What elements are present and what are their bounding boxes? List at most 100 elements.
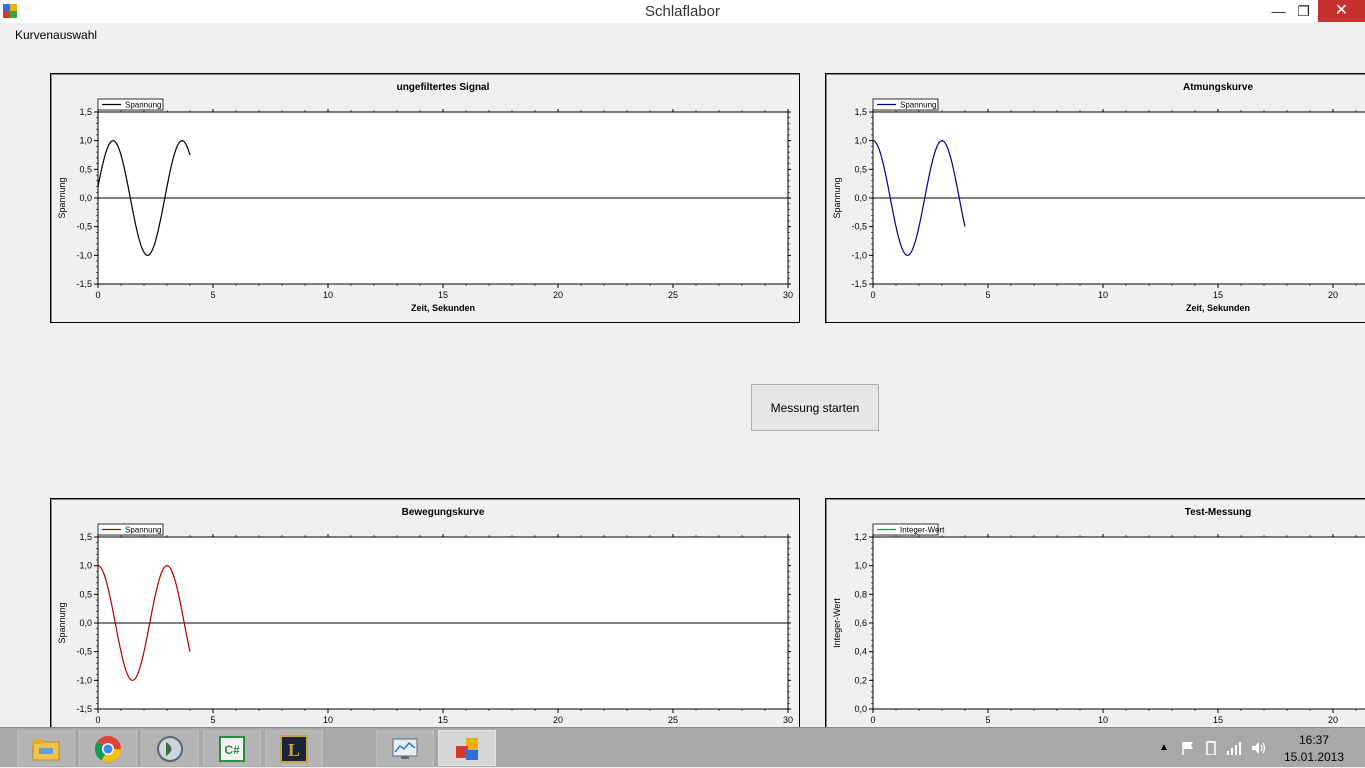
minimize-button[interactable]: — xyxy=(1265,0,1292,22)
y-tick-label: -1,5 xyxy=(76,279,92,289)
y-tick-label: 0,5 xyxy=(79,164,92,174)
svg-text:C#: C# xyxy=(224,743,240,757)
y-tick-label: 1,0 xyxy=(79,136,92,146)
y-tick-label: 0,4 xyxy=(854,647,867,657)
schlaflabor-app-icon xyxy=(456,738,478,760)
y-tick-label: -0,5 xyxy=(851,222,867,232)
clock-time[interactable]: 16:37 xyxy=(1288,733,1340,747)
taskbar-monitor[interactable] xyxy=(376,730,434,766)
taskbar-schlaflabor[interactable] xyxy=(438,730,496,766)
csharp-icon: C# xyxy=(219,736,245,762)
taskbar-league[interactable]: L xyxy=(265,730,323,766)
taskbar-csharp[interactable]: C# xyxy=(203,730,261,766)
x-tick-label: 5 xyxy=(985,715,990,725)
x-tick-label: 5 xyxy=(210,715,215,725)
taskbar-chrome[interactable] xyxy=(79,730,137,766)
y-axis-label: Spannung xyxy=(832,177,842,218)
restore-button[interactable]: ❐ xyxy=(1290,0,1317,22)
y-tick-label: 0,0 xyxy=(79,618,92,628)
y-tick-label: -1,0 xyxy=(851,250,867,260)
y-tick-label: -1,0 xyxy=(76,675,92,685)
minimize-icon: — xyxy=(1271,3,1286,19)
y-tick-label: 0,2 xyxy=(854,675,867,685)
x-tick-label: 30 xyxy=(783,715,793,725)
volume-icon[interactable] xyxy=(1251,741,1267,755)
x-tick-label: 15 xyxy=(1213,715,1223,725)
x-tick-label: 5 xyxy=(210,290,215,300)
file-explorer-icon xyxy=(32,739,60,761)
chart-svg: Atmungskurve Spannung 1,5 1,0 0,5 0,0 -0,5 -1,0… xyxy=(832,82,1365,313)
chart-title: Test-Messung xyxy=(1185,507,1252,518)
y-tick-label: 1,0 xyxy=(854,561,867,571)
y-tick-label: 0,5 xyxy=(854,164,867,174)
title-bar: Schlaflabor — ❐ ✕ xyxy=(0,0,1365,23)
y-tick-label: -1,5 xyxy=(76,704,92,714)
clock-date[interactable]: 15.01.2013 xyxy=(1282,750,1346,764)
close-icon: ✕ xyxy=(1334,2,1349,19)
network-icon[interactable] xyxy=(1226,741,1242,755)
menu-bar: Kurvenauswahl xyxy=(0,23,1365,45)
y-tick-label: -0,5 xyxy=(76,222,92,232)
x-tick-label: 20 xyxy=(1328,715,1338,725)
x-tick-label: 20 xyxy=(553,290,563,300)
taskbar: C# L ▲ xyxy=(0,727,1365,767)
close-button[interactable]: ✕ xyxy=(1318,0,1365,22)
x-tick-label: 0 xyxy=(95,715,100,725)
chart-atmungskurve: Atmungskurve Spannung 1,5 1,0 0,5 0,0 -0,5 -1,0… xyxy=(825,73,1365,323)
y-tick-label: -0,5 xyxy=(76,647,92,657)
x-tick-label: 10 xyxy=(323,715,333,725)
chart-bewegungskurve: Bewegungskurve Spannung 1,5 1,0 0,5 0,0 -0,5 -1… xyxy=(50,498,800,738)
legend-label: Integer-Wert xyxy=(900,526,945,535)
x-tick-label: 10 xyxy=(1098,290,1108,300)
x-tick-label: 30 xyxy=(783,290,793,300)
y-tick-label: 1,5 xyxy=(79,107,92,117)
chart-legend: Spannung xyxy=(97,523,164,536)
chart-title: ungefiltertes Signal xyxy=(397,82,490,93)
y-axis-label: Spannung xyxy=(57,177,67,218)
x-tick-label: 20 xyxy=(553,715,563,725)
chart-svg: Bewegungskurve Spannung 1,5 1,0 0,5 0,0 -0,5 -1… xyxy=(57,507,793,737)
chart-legend: Spannung xyxy=(97,98,164,111)
svg-text:L: L xyxy=(288,740,300,760)
plot-area xyxy=(872,536,1365,710)
restore-icon: ❐ xyxy=(1297,3,1310,19)
chrome-icon xyxy=(94,736,122,763)
x-tick-label: 10 xyxy=(1098,715,1108,725)
y-tick-label: 1,0 xyxy=(854,136,867,146)
y-tick-label: 0,6 xyxy=(854,618,867,628)
taskbar-file-explorer[interactable] xyxy=(17,730,75,766)
y-tick-label: 0,5 xyxy=(79,589,92,599)
tray-expand-icon[interactable]: ▲ xyxy=(1159,742,1175,756)
battery-icon[interactable] xyxy=(1203,741,1219,755)
y-tick-label: 1,5 xyxy=(79,532,92,542)
monitor-icon xyxy=(392,738,418,759)
x-tick-label: 25 xyxy=(668,715,678,725)
x-tick-label: 20 xyxy=(1328,290,1338,300)
y-tick-label: 0,0 xyxy=(854,704,867,714)
league-icon: L xyxy=(280,735,308,763)
chart-title: Atmungskurve xyxy=(1183,82,1253,93)
x-tick-label: 15 xyxy=(438,715,448,725)
y-tick-label: 0,8 xyxy=(854,589,867,599)
x-tick-label: 5 xyxy=(985,290,990,300)
taskbar-media-player[interactable] xyxy=(141,730,199,766)
y-tick-label: 0,0 xyxy=(79,193,92,203)
chart-ungefiltertes-signal: ungefiltertes Signal Spannung 1,5 1,0 0,5 0,0… xyxy=(50,73,800,323)
x-tick-label: 0 xyxy=(870,715,875,725)
legend-label: Spannung xyxy=(125,526,161,535)
x-tick-label: 25 xyxy=(668,290,678,300)
chart-test-messung: Test-Messung Integer-Wert 1,2 1,0 0,8 0,6 0,4 0… xyxy=(825,498,1365,738)
y-tick-label: 1,0 xyxy=(79,561,92,571)
start-measurement-button[interactable]: Messung starten xyxy=(751,384,879,431)
menu-item-kurvenauswahl[interactable]: Kurvenauswahl xyxy=(15,28,97,42)
y-tick-label: 1,2 xyxy=(854,532,867,542)
y-tick-label: 1,5 xyxy=(854,107,867,117)
x-tick-label: 10 xyxy=(323,290,333,300)
legend-label: Spannung xyxy=(125,101,161,110)
chart-legend: Integer-Wert xyxy=(872,523,945,536)
chart-legend: Spannung xyxy=(872,98,939,111)
x-tick-label: 0 xyxy=(95,290,100,300)
y-tick-label: 0,0 xyxy=(854,193,867,203)
flag-icon[interactable] xyxy=(1180,741,1196,755)
chart-title: Bewegungskurve xyxy=(402,507,485,518)
